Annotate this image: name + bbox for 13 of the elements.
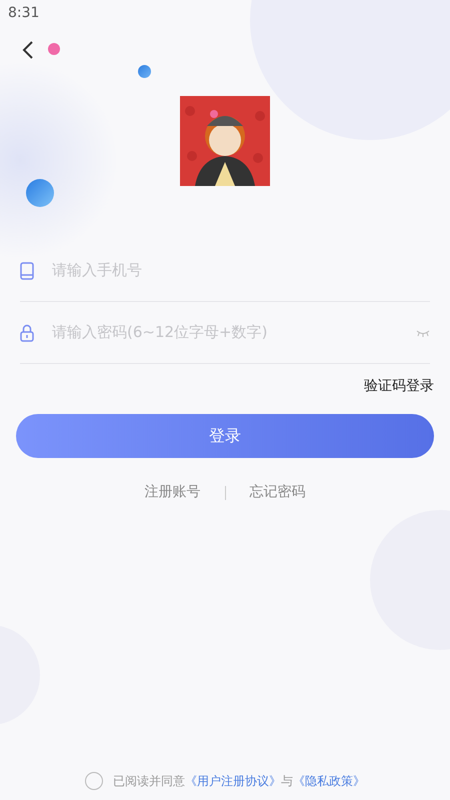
status-time: 8:31 xyxy=(8,4,40,22)
code-login-link[interactable]: 验证码登录 xyxy=(364,376,434,397)
agree-checkbox[interactable] xyxy=(85,772,103,790)
privacy-link[interactable]: 《隐私政策》 xyxy=(293,772,365,790)
lock-icon xyxy=(20,324,34,342)
phone-icon xyxy=(20,262,34,280)
agreement-text: 已阅读并同意 xyxy=(113,773,185,790)
agreement-link[interactable]: 《用户注册协议》 xyxy=(185,772,281,790)
login-button[interactable]: 登录 xyxy=(16,414,434,458)
conjunction-text: 与 xyxy=(281,773,293,790)
text-link[interactable]: 忘记密码 xyxy=(250,482,306,503)
text-link[interactable]: 注册账号 xyxy=(144,482,200,503)
eye-closed-icon[interactable] xyxy=(416,328,430,338)
